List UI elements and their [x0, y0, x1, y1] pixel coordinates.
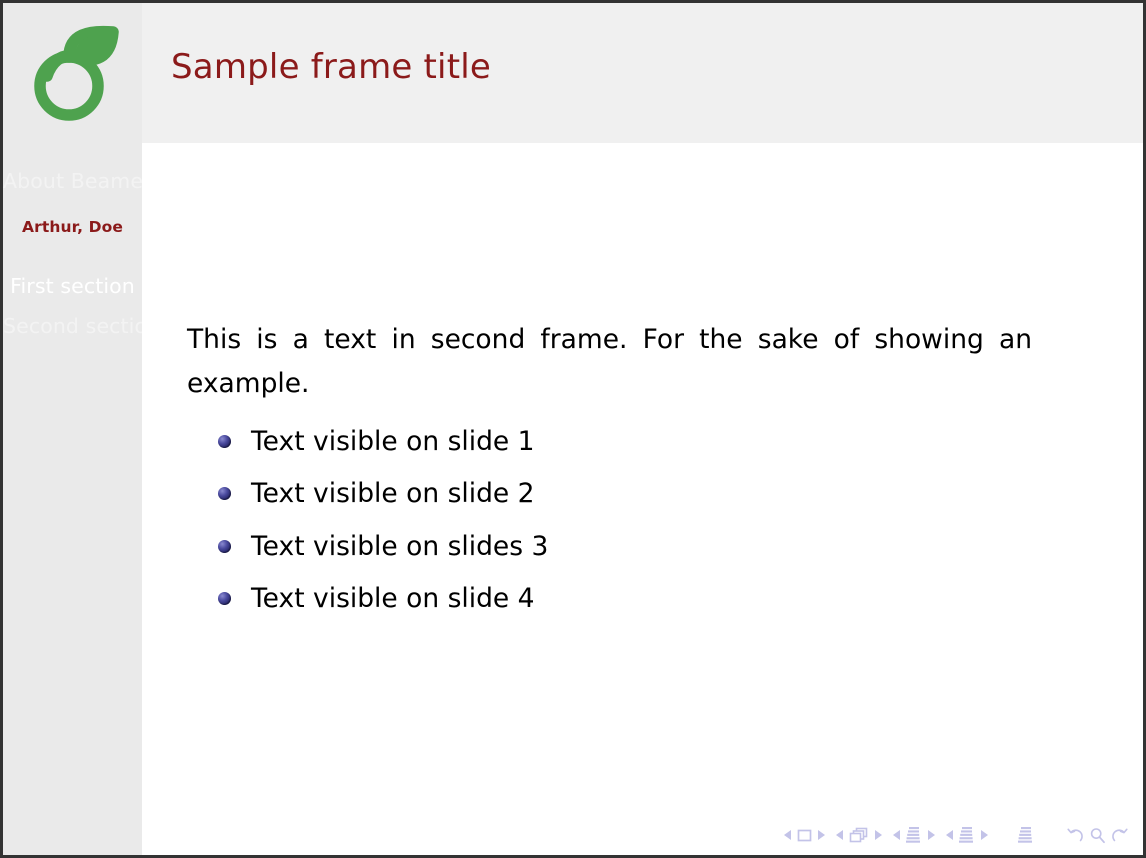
next-frame-icon[interactable]	[875, 830, 882, 840]
list-item-label: Text visible on slide 4	[251, 583, 535, 615]
previous-section-icon[interactable]	[946, 830, 953, 840]
beamer-slide: About Beamer Arthur, Doe First section S…	[0, 0, 1146, 858]
title-band: Sample frame title	[142, 3, 1143, 143]
subsection-navigation-group[interactable]	[893, 826, 935, 844]
overleaf-logo-icon	[33, 25, 119, 121]
presentation-navigation-group[interactable]	[1018, 826, 1034, 844]
bullet-sphere-icon	[218, 487, 231, 501]
list-item: Text visible on slide 1	[218, 415, 548, 468]
next-subsection-icon[interactable]	[928, 830, 935, 840]
list-item-label: Text visible on slides 3	[251, 530, 549, 562]
slide-navigation-group[interactable]	[784, 828, 825, 843]
frame-navigation-group[interactable]	[836, 827, 882, 844]
previous-subsection-icon[interactable]	[893, 830, 900, 840]
list-item: Text visible on slide 4	[218, 573, 548, 626]
next-section-icon[interactable]	[981, 830, 988, 840]
sidebar-item-author[interactable]: Arthur, Doe	[3, 218, 142, 236]
lines-stack-icon[interactable]	[959, 826, 975, 844]
slide-body: This is a text in second frame. For the …	[142, 143, 1143, 855]
sidebar-item-about-beamer[interactable]: About Beamer	[3, 169, 142, 193]
lines-stack-icon[interactable]	[906, 826, 922, 844]
lines-stack-icon[interactable]	[1018, 826, 1034, 844]
body-paragraph: This is a text in second frame. For the …	[187, 324, 1032, 399]
magnifier-icon[interactable]	[1088, 826, 1107, 845]
list-item: Text visible on slide 2	[218, 468, 548, 521]
arrow-counterclockwise-icon[interactable]	[1066, 826, 1085, 845]
bullet-list: Text visible on slide 1 Text visible on …	[218, 415, 548, 625]
bullet-sphere-icon	[218, 592, 231, 606]
sidebar-item-first-section[interactable]: First section	[3, 274, 142, 298]
arrow-clockwise-icon[interactable]	[1110, 826, 1129, 845]
bullet-sphere-icon	[218, 434, 231, 448]
previous-slide-icon[interactable]	[784, 830, 791, 840]
stacked-frames-icon[interactable]	[849, 827, 869, 844]
list-item-label: Text visible on slide 2	[251, 478, 535, 510]
bullet-sphere-icon	[218, 539, 231, 553]
logo	[3, 3, 142, 143]
section-navigation-group[interactable]	[946, 826, 988, 844]
history-navigation-group[interactable]	[1066, 826, 1129, 845]
list-item: Text visible on slides 3	[218, 520, 548, 573]
list-item-label: Text visible on slide 1	[251, 425, 535, 457]
sidebar: About Beamer Arthur, Doe First section S…	[3, 3, 142, 855]
next-slide-icon[interactable]	[818, 830, 825, 840]
beamer-navigation-bar[interactable]	[784, 823, 1129, 847]
frame-title: Sample frame title	[171, 47, 491, 87]
sidebar-item-second-section[interactable]: Second section	[3, 314, 142, 338]
previous-frame-icon[interactable]	[836, 830, 843, 840]
square-outline-icon[interactable]	[797, 828, 812, 843]
